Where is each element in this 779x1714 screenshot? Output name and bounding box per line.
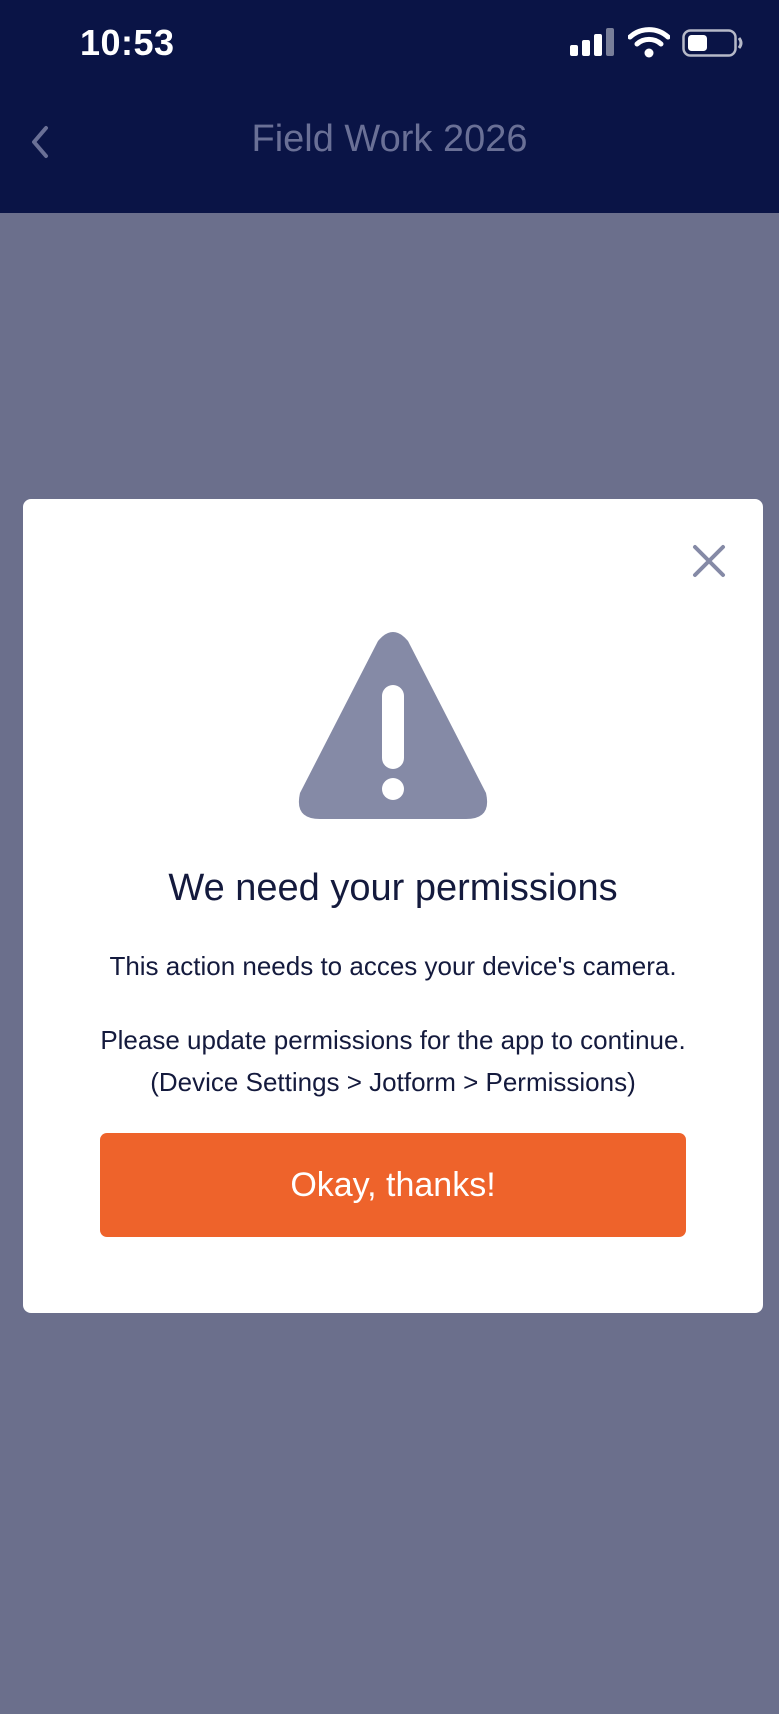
wifi-icon: [628, 27, 670, 58]
signal-icon: [570, 28, 614, 56]
close-icon: [693, 545, 725, 577]
dialog-instruction: Please update permissions for the app to…: [100, 1025, 686, 1055]
warning-triangle-icon: [298, 632, 488, 819]
confirm-button[interactable]: Okay, thanks!: [100, 1133, 686, 1237]
permissions-dialog: We need your permissions This action nee…: [23, 499, 763, 1313]
battery-icon: [682, 29, 743, 57]
dialog-message: This action needs to acces your device's…: [109, 951, 677, 981]
page-title: Field Work 2026: [251, 118, 528, 160]
dialog-title: We need your permissions: [168, 867, 618, 909]
app-header: 10:53 Field Work 2026: [0, 0, 779, 213]
close-button[interactable]: [689, 541, 729, 581]
status-time: 10:53: [80, 22, 175, 63]
dialog-settings-path: (Device Settings > Jotform > Permissions…: [150, 1067, 636, 1097]
